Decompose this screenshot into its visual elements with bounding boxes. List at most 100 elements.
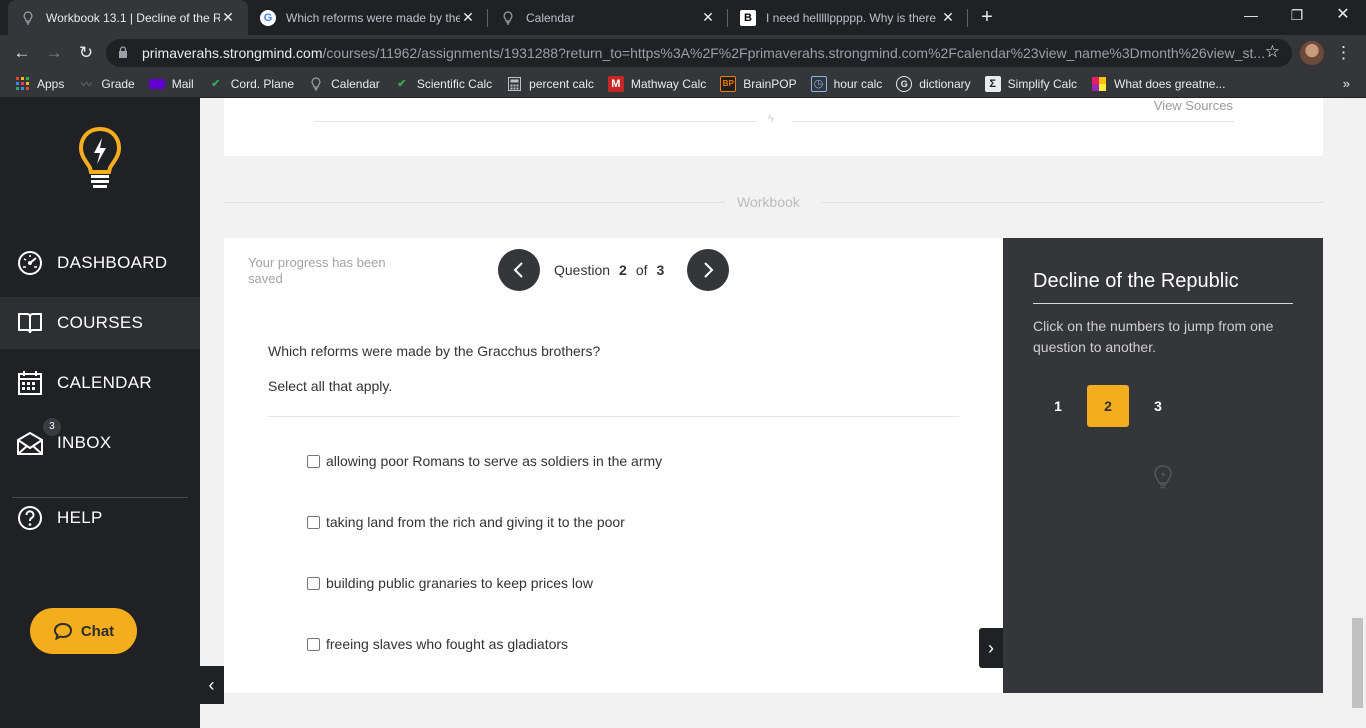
minimize-icon[interactable]: — <box>1228 0 1274 30</box>
lightbulb-icon <box>1153 464 1173 490</box>
progress-saved-status: Your progress has been saved <box>248 255 386 286</box>
answer-option-1[interactable]: allowing poor Romans to serve as soldier… <box>307 453 662 469</box>
browser-menu-icon[interactable]: ⋮ <box>1335 40 1352 66</box>
sidebar-item-label: COURSES <box>57 313 144 332</box>
address-bar[interactable]: primaverahs.strongmind.com /courses/1196… <box>106 39 1292 67</box>
answer-checkbox[interactable] <box>307 576 320 590</box>
tab-separator <box>967 9 968 27</box>
panel-toggle-chevron-icon[interactable]: › <box>979 628 1003 668</box>
bookmark-hour-calc[interactable]: ◷ hour calc <box>810 75 882 92</box>
answer-checkbox[interactable] <box>307 637 320 651</box>
bookmark-dictionary[interactable]: G dictionary <box>896 75 971 92</box>
view-sources-link[interactable]: View Sources <box>1154 98 1233 113</box>
sidebar-collapse-chevron-icon[interactable]: ‹ <box>199 666 224 704</box>
scrollbar-thumb[interactable] <box>1352 618 1363 708</box>
google-icon: G <box>896 75 913 92</box>
question-jump-1[interactable]: 1 <box>1037 385 1079 427</box>
close-tab-icon[interactable]: ✕ <box>460 9 476 26</box>
mail-icon <box>148 78 165 89</box>
new-tab-icon[interactable]: + <box>976 6 998 28</box>
calendar-icon <box>17 370 43 396</box>
reload-icon[interactable]: ↻ <box>73 40 99 66</box>
forward-arrow-icon[interactable]: → <box>41 40 67 66</box>
question-current: 2 <box>619 262 627 278</box>
brainly-icon: B <box>740 9 756 26</box>
chat-button[interactable]: Chat <box>30 608 137 654</box>
tab-google-search[interactable]: G Which reforms were made by the ✕ <box>248 0 488 35</box>
question-counter: Question 2 of 3 <box>554 262 673 278</box>
bookmark-label: Mail <box>171 76 194 91</box>
tab-brainly[interactable]: B I need helllllppppp. Why is there ✕ <box>728 0 968 35</box>
question-label: Question <box>554 262 611 278</box>
close-tab-icon[interactable]: ✕ <box>940 9 956 26</box>
content-top-card: View Sources ϟ <box>224 98 1323 156</box>
strongmind-lightbulb-logo[interactable] <box>78 126 122 190</box>
bookmark-label: dictionary <box>919 76 971 91</box>
dashboard-gauge-icon <box>17 250 43 276</box>
chevron-left-icon <box>513 262 523 278</box>
next-question-button[interactable] <box>687 249 729 291</box>
browser-toolbar: ← → ↻ primaverahs.strongmind.com /course… <box>0 35 1366 70</box>
sidebar-item-label: DASHBOARD <box>57 253 168 272</box>
answer-checkbox[interactable] <box>307 454 320 468</box>
close-window-icon[interactable]: ✕ <box>1320 0 1366 30</box>
bookmark-apps[interactable]: Apps <box>14 76 64 92</box>
bookmark-calendar[interactable]: Calendar <box>308 76 380 92</box>
bookmark-scientific-calc[interactable]: ✔ Scientific Calc <box>394 76 492 92</box>
tab-calendar[interactable]: Calendar ✕ <box>488 0 728 35</box>
restore-icon[interactable]: ❐ <box>1274 0 1320 30</box>
chat-label: Chat <box>80 622 115 640</box>
sidebar-item-help[interactable]: HELP <box>0 492 200 544</box>
sidebar-item-courses[interactable]: COURSES <box>0 297 200 349</box>
back-arrow-icon[interactable]: ← <box>9 40 35 66</box>
answer-option-3[interactable]: building public granaries to keep prices… <box>307 575 593 591</box>
question-jump-3[interactable]: 3 <box>1137 385 1179 427</box>
check-icon: ✔ <box>397 78 407 90</box>
bookmark-label: BrainPOP <box>743 76 797 91</box>
chat-bubble-icon <box>53 622 73 641</box>
question-instruction: Select all that apply. <box>268 378 393 394</box>
bookmark-star-icon[interactable]: ☆ <box>1265 42 1280 62</box>
previous-question-button[interactable] <box>498 249 540 291</box>
chevron-right-icon <box>704 262 714 278</box>
tab-workbook[interactable]: Workbook 13.1 | Decline of the R ✕ <box>8 0 248 35</box>
bookmark-simplify-calc[interactable]: Σ Simplify Calc <box>984 75 1077 92</box>
bookmark-brainpop[interactable]: BP BrainPOP <box>720 75 797 92</box>
tab-title: Which reforms were made by the <box>286 10 460 25</box>
answer-text: allowing poor Romans to serve as soldier… <box>326 453 663 469</box>
help-circle-icon <box>17 505 43 531</box>
sidebar-item-dashboard[interactable]: DASHBOARD <box>0 237 200 289</box>
app-sidebar: DASHBOARD COURSES CALENDAR 3 INBOX HELP … <box>0 98 200 728</box>
question-jump-2[interactable]: 2 <box>1087 385 1129 427</box>
bookmark-mail[interactable]: Mail <box>148 76 194 91</box>
bookmark-label: Scientific Calc <box>416 76 493 91</box>
bookmark-grade[interactable]: 〰 Grade <box>78 76 135 92</box>
profile-avatar[interactable] <box>1300 41 1324 65</box>
question-divider <box>268 416 959 417</box>
bookmarks-overflow-icon[interactable]: » <box>1343 76 1350 91</box>
lightbulb-icon <box>500 10 516 26</box>
close-tab-icon[interactable]: ✕ <box>700 9 716 26</box>
grade-icon: 〰 <box>80 78 92 91</box>
bookmark-mathway-calc[interactable]: M Mathway Calc <box>607 75 707 92</box>
answer-option-2[interactable]: taking land from the rich and giving it … <box>307 514 625 530</box>
sidebar-item-inbox[interactable]: 3 INBOX <box>0 417 200 469</box>
close-tab-icon[interactable]: ✕ <box>220 9 236 26</box>
answer-option-4[interactable]: freeing slaves who fought as gladiators <box>307 636 568 652</box>
clock-icon: ◷ <box>810 75 827 92</box>
bookmark-label: Cord. Plane <box>230 76 295 91</box>
tab-title: I need helllllppppp. Why is there <box>766 10 937 25</box>
open-book-icon <box>17 310 43 336</box>
bookmark-percent-calc[interactable]: percent calc <box>506 76 594 92</box>
bookmark-what-does-greatness[interactable]: What does greatne... <box>1091 76 1225 92</box>
bookmark-cord-plane[interactable]: ✔ Cord. Plane <box>208 76 294 92</box>
divider-line <box>314 121 756 122</box>
page-scrollbar[interactable] <box>1349 98 1366 728</box>
bookmark-label: Mathway Calc <box>630 76 707 91</box>
tab-title: Workbook 13.1 | Decline of the R <box>46 10 220 25</box>
sidebar-item-calendar[interactable]: CALENDAR <box>0 357 200 409</box>
answer-checkbox[interactable] <box>307 515 320 529</box>
section-divider <box>822 202 1323 203</box>
bookmarks-bar: Apps 〰 Grade Mail ✔ Cord. Plane Calendar… <box>0 70 1366 98</box>
url-host: primaverahs.strongmind.com <box>142 45 323 61</box>
